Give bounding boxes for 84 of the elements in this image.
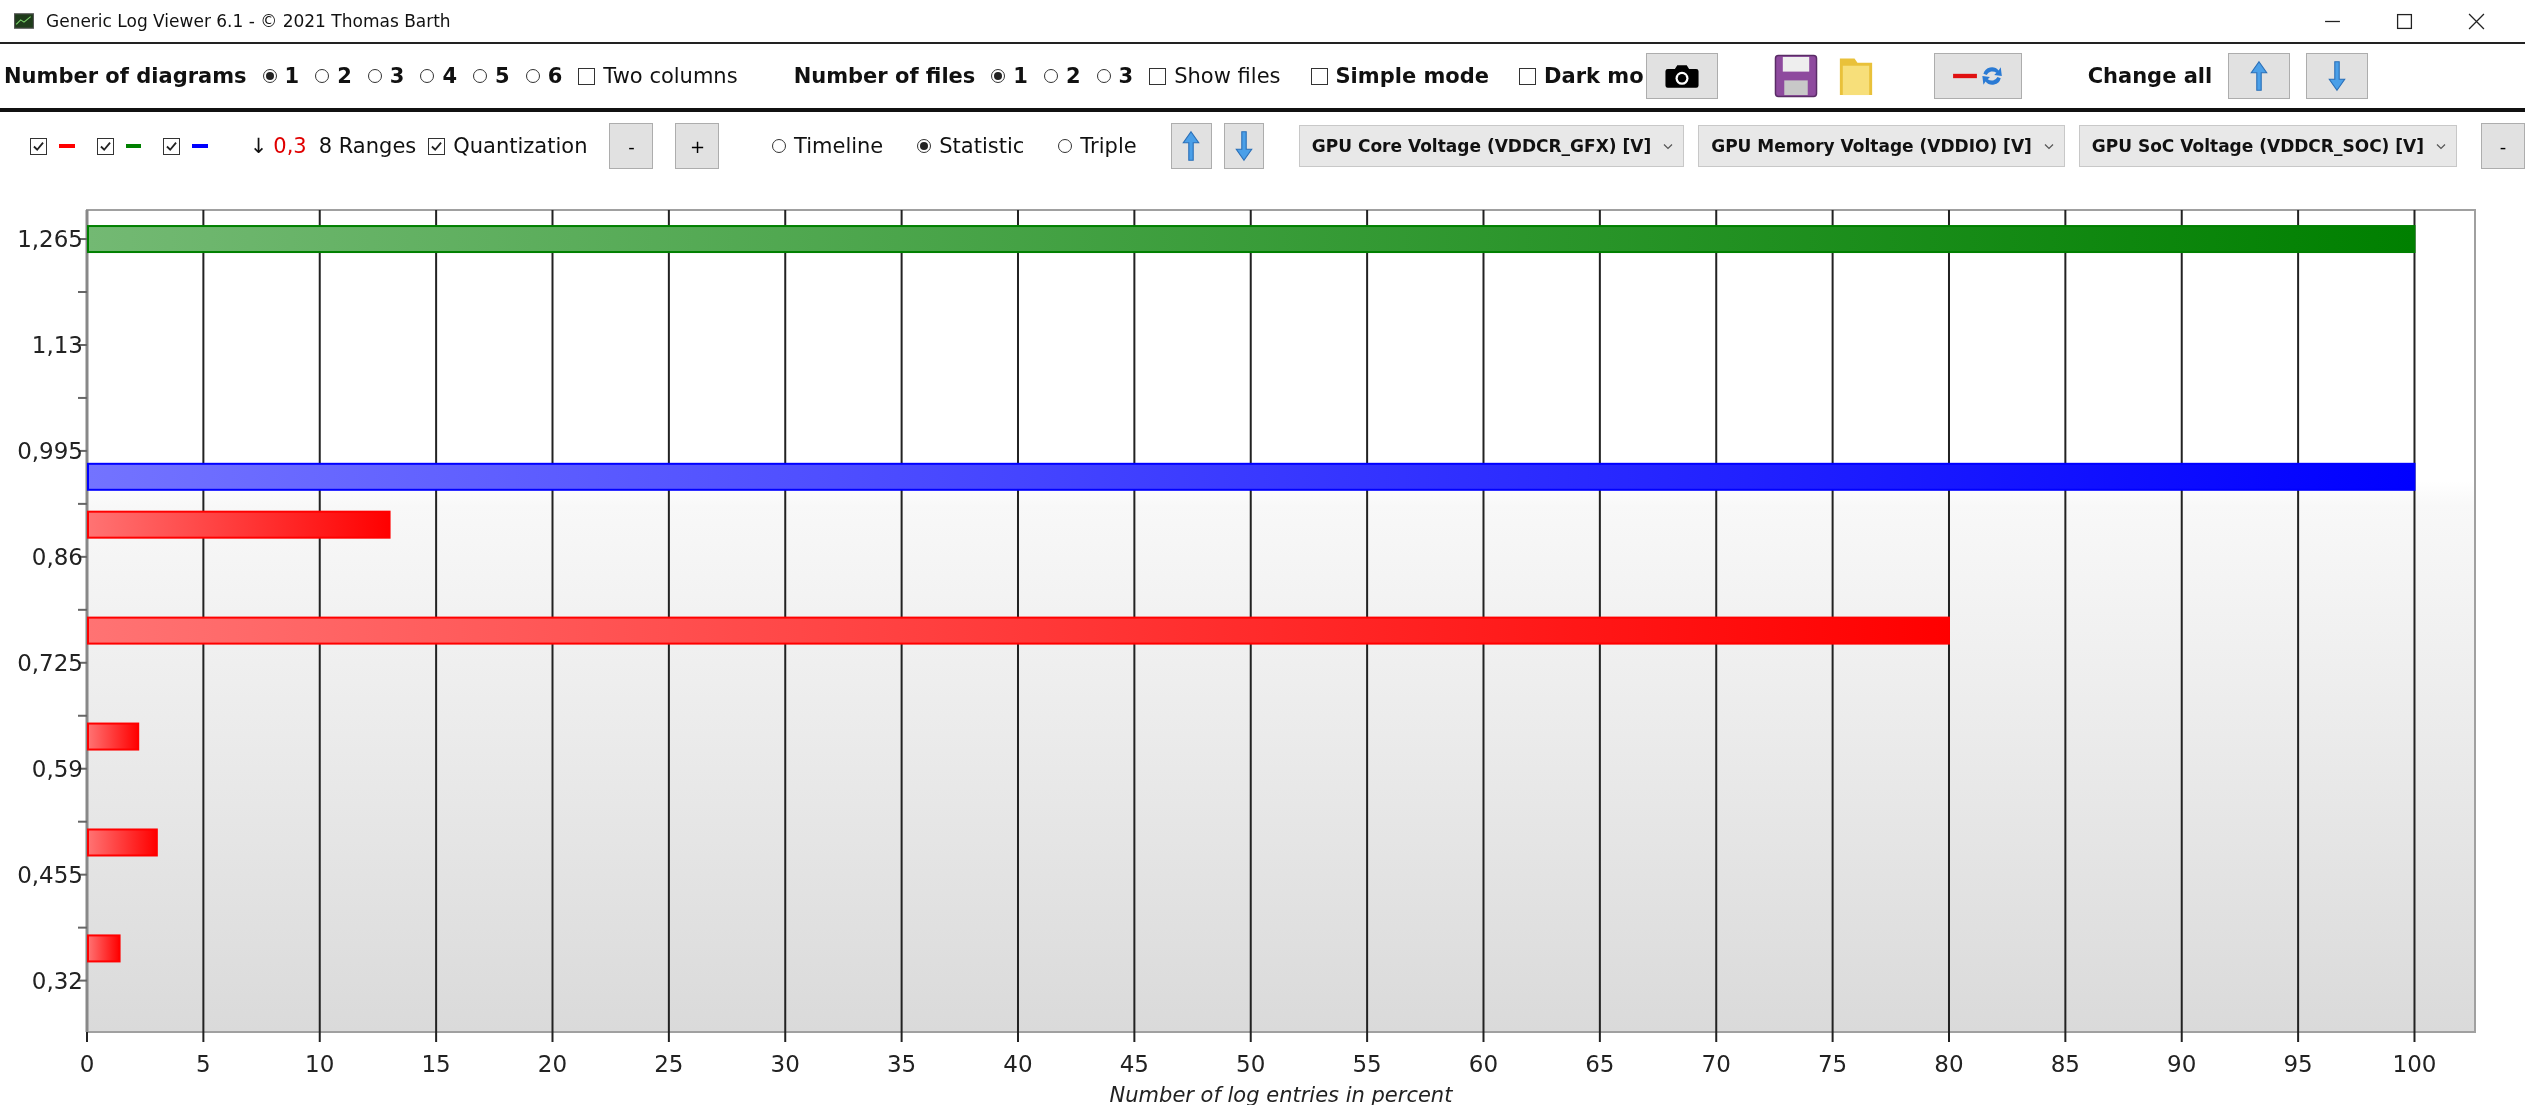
move-up-button[interactable] [1170, 123, 1212, 169]
camera-icon [1663, 63, 1700, 89]
series-checkbox[interactable] [96, 137, 114, 155]
radio-label[interactable]: 5 [495, 64, 510, 88]
diagrams-label: Number of diagrams [4, 64, 247, 88]
move-down-button[interactable] [1223, 123, 1265, 169]
y-tick-label: 0,86 [31, 543, 83, 570]
x-tick-label: 60 [1468, 1051, 1499, 1077]
bar [87, 722, 140, 751]
radio-label[interactable]: 4 [442, 64, 458, 88]
step-value[interactable]: 0,3 [273, 134, 307, 158]
step-arrow: ↓ [249, 134, 268, 158]
radio-label[interactable]: Timeline [794, 134, 884, 158]
radio-label[interactable]: Triple [1080, 134, 1137, 158]
x-tick-label: 20 [537, 1051, 568, 1077]
x-tick-label: 75 [1817, 1051, 1848, 1077]
checkmark-icon [32, 139, 45, 153]
checkmark-icon [98, 139, 112, 153]
x-tick-label: 65 [1585, 1051, 1615, 1077]
y-tick-label: 0,995 [17, 437, 83, 464]
ranges-label: 8 Ranges [318, 134, 417, 158]
plus-button[interactable]: + [675, 123, 720, 169]
dark-mode-checkbox[interactable]: Dark mo [1519, 64, 1644, 88]
x-tick-label: 50 [1236, 1051, 1266, 1077]
x-tick-label: 0 [79, 1051, 95, 1077]
x-tick-label: 90 [2167, 1051, 2197, 1077]
signal-dropdown[interactable]: GPU SoC Voltage (VDDCR_SOC) [V] [2078, 125, 2457, 167]
checkmark-icon [165, 139, 179, 153]
x-tick-label: 95 [2283, 1051, 2313, 1077]
y-tick-label: 0,725 [17, 649, 83, 676]
maximize-icon[interactable] [2396, 12, 2413, 30]
quantization-checkbox[interactable]: Quantization [428, 134, 588, 158]
x-tick-label: 40 [1003, 1051, 1033, 1077]
x-tick-label: 30 [770, 1051, 800, 1077]
x-tick-label: 25 [654, 1051, 684, 1077]
app-icon [14, 13, 34, 29]
checkmark-icon [430, 139, 444, 153]
files-label: Number of files [793, 64, 976, 88]
arrow-down-icon [1233, 129, 1255, 163]
y-tick-label: 0,59 [31, 755, 83, 782]
remove-diagram-button[interactable]: - [2481, 123, 2525, 169]
radio-label[interactable]: 3 [389, 64, 405, 88]
move-down-button[interactable] [2306, 53, 2369, 99]
radio-label[interactable]: 3 [1118, 64, 1134, 88]
series-checkbox[interactable] [163, 137, 181, 155]
two-columns-checkbox[interactable]: Two columns [578, 64, 738, 88]
y-tick-label: 1,265 [17, 226, 83, 253]
chevron-icon [2043, 142, 2054, 150]
radio-label[interactable]: 1 [284, 64, 300, 88]
y-tick-label: 0,32 [31, 967, 83, 994]
radio-label[interactable]: 2 [1066, 64, 1081, 88]
bar [87, 828, 158, 857]
radio-label[interactable]: 2 [337, 64, 352, 88]
bar [87, 934, 121, 963]
x-tick-label: 35 [887, 1051, 917, 1077]
chevron-icon [2436, 142, 2446, 150]
swap-colors-button[interactable] [1933, 53, 2022, 99]
save-icon[interactable] [1773, 53, 1818, 99]
y-tick-label: 0,455 [17, 861, 83, 888]
x-tick-label: 45 [1119, 1051, 1149, 1077]
move-up-button[interactable] [2228, 53, 2291, 99]
signal-dropdown[interactable]: GPU Core Voltage (VDDCR_GFX) [V] [1298, 125, 1685, 167]
x-tick-label: 70 [1701, 1051, 1731, 1077]
x-tick-label: 55 [1352, 1051, 1382, 1077]
simple-mode-checkbox[interactable]: Simple mode [1310, 64, 1490, 88]
y-tick-label: 1,13 [31, 331, 83, 358]
close-icon[interactable] [2468, 12, 2485, 30]
x-tick-label: 5 [196, 1051, 211, 1077]
show-files-checkbox[interactable]: Show files [1149, 64, 1281, 88]
signal-dropdown[interactable]: GPU Memory Voltage (VDDIO) [V] [1698, 125, 2065, 167]
radio-label[interactable]: Statistic [939, 134, 1025, 158]
window-title: Generic Log Viewer 6.1 - © 2021 Thomas Barth [46, 11, 451, 31]
x-tick-label: 100 [2392, 1051, 2437, 1077]
chevron-icon [1663, 142, 1674, 150]
x-tick-label: 80 [1934, 1051, 1964, 1077]
series-checkbox[interactable] [30, 137, 47, 155]
x-tick-label: 15 [421, 1051, 451, 1077]
screenshot-button[interactable] [1645, 53, 1718, 99]
x-tick-label: 85 [2050, 1051, 2080, 1077]
change-all-label: Change all [2087, 64, 2213, 88]
minus-button[interactable]: - [609, 123, 654, 169]
x-tick-label: 10 [305, 1051, 335, 1077]
radio-label[interactable]: 1 [1013, 64, 1028, 88]
radio-label[interactable]: 6 [547, 64, 563, 88]
